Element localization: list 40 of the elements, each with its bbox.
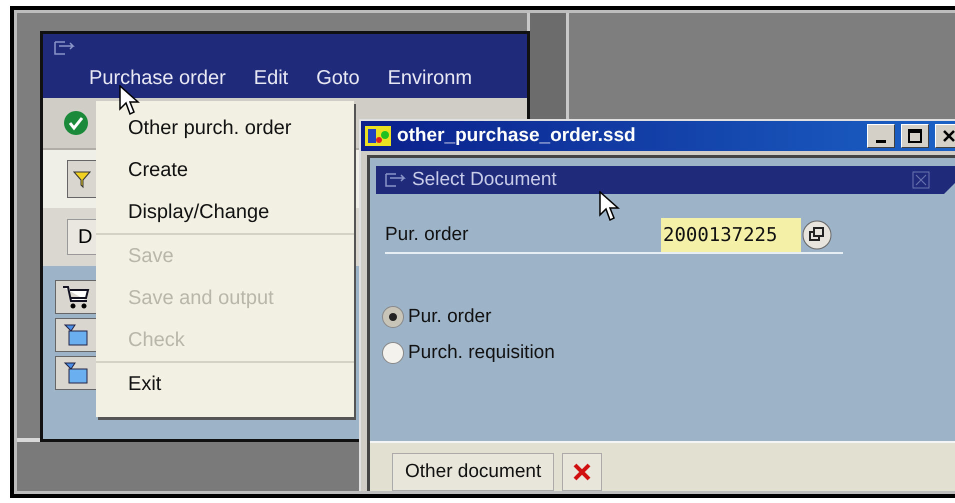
cart-button[interactable] xyxy=(55,280,97,314)
minimize-button[interactable] xyxy=(867,124,895,148)
order-number-field[interactable]: 2000137225 xyxy=(661,218,801,252)
radio-label: Purch. requisition xyxy=(408,342,555,364)
search-help-icon[interactable] xyxy=(801,219,833,251)
folder-icon xyxy=(63,361,89,385)
radio-button[interactable] xyxy=(382,306,404,328)
minimize-icon xyxy=(876,140,886,142)
toolbar-button[interactable] xyxy=(67,160,97,198)
close-button[interactable] xyxy=(935,124,955,148)
menu-item[interactable]: Create xyxy=(96,149,354,191)
maximize-icon xyxy=(908,129,922,143)
folder-button[interactable] xyxy=(55,356,97,390)
folder-icon xyxy=(63,323,89,347)
cursor-icon xyxy=(119,85,141,117)
menu-title[interactable]: Goto xyxy=(316,67,360,90)
menu-title[interactable]: Environm xyxy=(388,67,472,90)
folder-button[interactable] xyxy=(55,318,97,352)
radio-label: Pur. order xyxy=(408,306,492,328)
other-document-button[interactable]: Other document xyxy=(392,453,554,491)
close-icon xyxy=(571,461,594,483)
cancel-button[interactable] xyxy=(562,453,602,491)
cursor-icon xyxy=(599,191,621,223)
close-icon[interactable] xyxy=(912,171,930,189)
menu-title[interactable]: Edit xyxy=(254,67,288,90)
window-icon xyxy=(53,40,75,56)
window-title: other_purchase_order.ssd xyxy=(397,125,637,147)
check-icon xyxy=(63,110,89,136)
radio-button[interactable] xyxy=(382,342,404,364)
field-label: Pur. order xyxy=(385,224,470,246)
cart-icon xyxy=(61,284,91,310)
maximize-button[interactable] xyxy=(901,124,929,148)
close-icon xyxy=(942,129,955,143)
window-icon xyxy=(384,172,406,188)
filter-icon xyxy=(72,169,92,189)
menu-item[interactable]: Exit xyxy=(96,363,354,405)
panel-title: Select Document xyxy=(412,169,558,191)
menu-item[interactable]: Other purch. order xyxy=(96,107,354,149)
app-icon xyxy=(365,126,391,146)
menu-title[interactable]: Purchase order xyxy=(89,67,226,90)
